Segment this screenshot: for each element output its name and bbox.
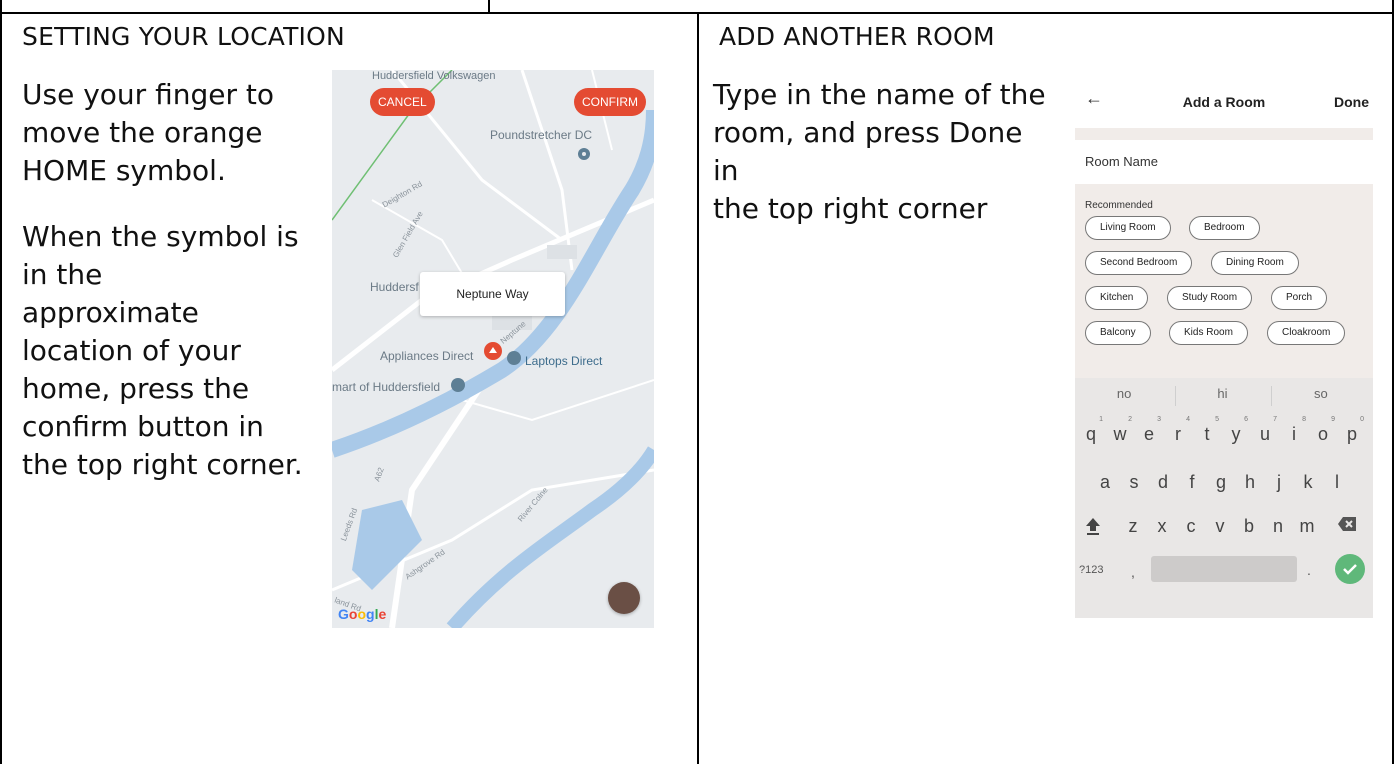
key[interactable]: m — [1293, 516, 1321, 537]
key[interactable]: 2w — [1106, 416, 1134, 445]
key[interactable]: l — [1323, 472, 1351, 493]
room-chip[interactable]: Kitchen — [1085, 286, 1149, 310]
map-place-label: Huddersf — [370, 280, 419, 294]
add-room-heading: ADD ANOTHER ROOM — [719, 22, 995, 51]
key[interactable]: h — [1236, 472, 1264, 493]
google-letter: G — [338, 606, 349, 622]
key[interactable]: k — [1294, 472, 1322, 493]
key[interactable]: 0p — [1338, 416, 1366, 445]
room-chip[interactable]: Balcony — [1085, 321, 1151, 345]
instruction-line: the top right corner. — [22, 448, 303, 481]
room-chip[interactable]: Porch — [1271, 286, 1328, 310]
enter-check-icon[interactable] — [1335, 554, 1365, 584]
room-chip[interactable]: Study Room — [1167, 286, 1253, 310]
instruction-line: move the orange — [22, 116, 263, 149]
key[interactable]: n — [1264, 516, 1292, 537]
instruction-line: home, press the — [22, 372, 250, 405]
google-logo: Google — [338, 606, 386, 622]
key[interactable]: d — [1149, 472, 1177, 493]
setting-location-cell: SETTING YOUR LOCATION Use your finger to… — [2, 14, 699, 764]
instruction-line: location of your — [22, 334, 241, 367]
suggestion-item[interactable]: hi — [1173, 386, 1271, 401]
suggestion-item[interactable]: so — [1272, 386, 1370, 401]
key[interactable]: c — [1177, 516, 1205, 537]
key[interactable]: 9o — [1309, 416, 1337, 445]
add-room-screenshot: ← Add a Room Done Room Name Recommended … — [1075, 78, 1373, 618]
instruction-line: Type in the name of the — [713, 78, 1046, 111]
move-home-instructions: Use your finger to move the orange HOME … — [22, 76, 274, 190]
key[interactable]: 5t — [1193, 416, 1221, 445]
instruction-line: in — [713, 154, 739, 187]
key[interactable]: b — [1235, 516, 1263, 537]
key[interactable]: 6y — [1222, 416, 1250, 445]
key[interactable]: 8i — [1280, 416, 1308, 445]
map-place-label: Appliances Direct — [380, 349, 474, 363]
key[interactable]: x — [1148, 516, 1176, 537]
instruction-line: the top right corner — [713, 192, 988, 225]
backspace-icon[interactable] — [1333, 516, 1361, 537]
room-chip[interactable]: Bedroom — [1189, 216, 1260, 240]
instruction-line: Use your finger to — [22, 78, 274, 111]
key[interactable]: a — [1091, 472, 1119, 493]
suggestion-item[interactable]: no — [1075, 386, 1173, 401]
confirm-button[interactable]: CONFIRM — [574, 88, 646, 116]
instruction-line: approximate — [22, 296, 199, 329]
key[interactable]: j — [1265, 472, 1293, 493]
room-name-label: Room Name — [1085, 154, 1158, 169]
room-chip[interactable]: Living Room — [1085, 216, 1171, 240]
symbols-key[interactable]: ?123 — [1079, 564, 1103, 576]
google-letter: o — [357, 606, 367, 622]
instruction-line: room, and press Done — [713, 116, 1023, 149]
key[interactable]: 3e — [1135, 416, 1163, 445]
app-bar: ← Add a Room Done — [1075, 78, 1373, 128]
google-letter: e — [378, 606, 387, 622]
room-chip[interactable]: Dining Room — [1211, 251, 1299, 275]
map-place-label: mart of Huddersfield — [332, 380, 441, 394]
my-location-button[interactable] — [608, 582, 640, 614]
instruction-line: in the — [22, 258, 103, 291]
cancel-button[interactable]: CANCEL — [370, 88, 435, 116]
key[interactable]: f — [1178, 472, 1206, 493]
on-screen-keyboard: no hi so 1q 2w 3e 4r 5t 6y 7u 8i 9o 0p a… — [1075, 378, 1373, 618]
space-bar[interactable] — [1151, 556, 1297, 582]
confirm-instructions: When the symbol is in the approximate lo… — [22, 218, 303, 484]
key[interactable]: s — [1120, 472, 1148, 493]
key[interactable]: 4r — [1164, 416, 1192, 445]
key[interactable]: g — [1207, 472, 1235, 493]
recommended-label: Recommended — [1085, 200, 1153, 211]
setting-location-heading: SETTING YOUR LOCATION — [22, 22, 345, 51]
map-place-label: Huddersfield Volkswagen — [372, 70, 496, 82]
key[interactable]: 1q — [1077, 416, 1105, 445]
google-letter: g — [366, 606, 375, 622]
done-button[interactable]: Done — [1334, 94, 1369, 110]
shift-icon[interactable] — [1079, 516, 1107, 541]
map-place-label: Laptops Direct — [525, 354, 603, 368]
add-room-instructions: Type in the name of the room, and press … — [713, 76, 1046, 228]
comma-key[interactable]: , — [1131, 564, 1135, 580]
add-room-cell: ADD ANOTHER ROOM Type in the name of the… — [699, 14, 1392, 764]
instruction-line: When the symbol is — [22, 220, 299, 253]
instruction-table: SETTING YOUR LOCATION Use your finger to… — [0, 12, 1394, 764]
room-chip[interactable]: Kids Room — [1169, 321, 1248, 345]
room-chip[interactable]: Second Bedroom — [1085, 251, 1193, 275]
key[interactable]: z — [1119, 516, 1147, 537]
room-name-field[interactable]: Room Name — [1075, 140, 1373, 184]
instruction-line: confirm button in — [22, 410, 264, 443]
key[interactable]: v — [1206, 516, 1234, 537]
map-place-label: Poundstretcher DC — [490, 128, 593, 142]
room-chip[interactable]: Cloakroom — [1267, 321, 1346, 345]
key[interactable]: 7u — [1251, 416, 1279, 445]
map-screenshot: Huddersfield Volkswagen CANCEL CONFIRM P… — [332, 70, 654, 628]
period-key[interactable]: . — [1307, 562, 1311, 578]
screen-title: Add a Room — [1182, 94, 1266, 110]
instruction-line: HOME symbol. — [22, 154, 226, 187]
location-popup: Neptune Way — [420, 272, 565, 316]
